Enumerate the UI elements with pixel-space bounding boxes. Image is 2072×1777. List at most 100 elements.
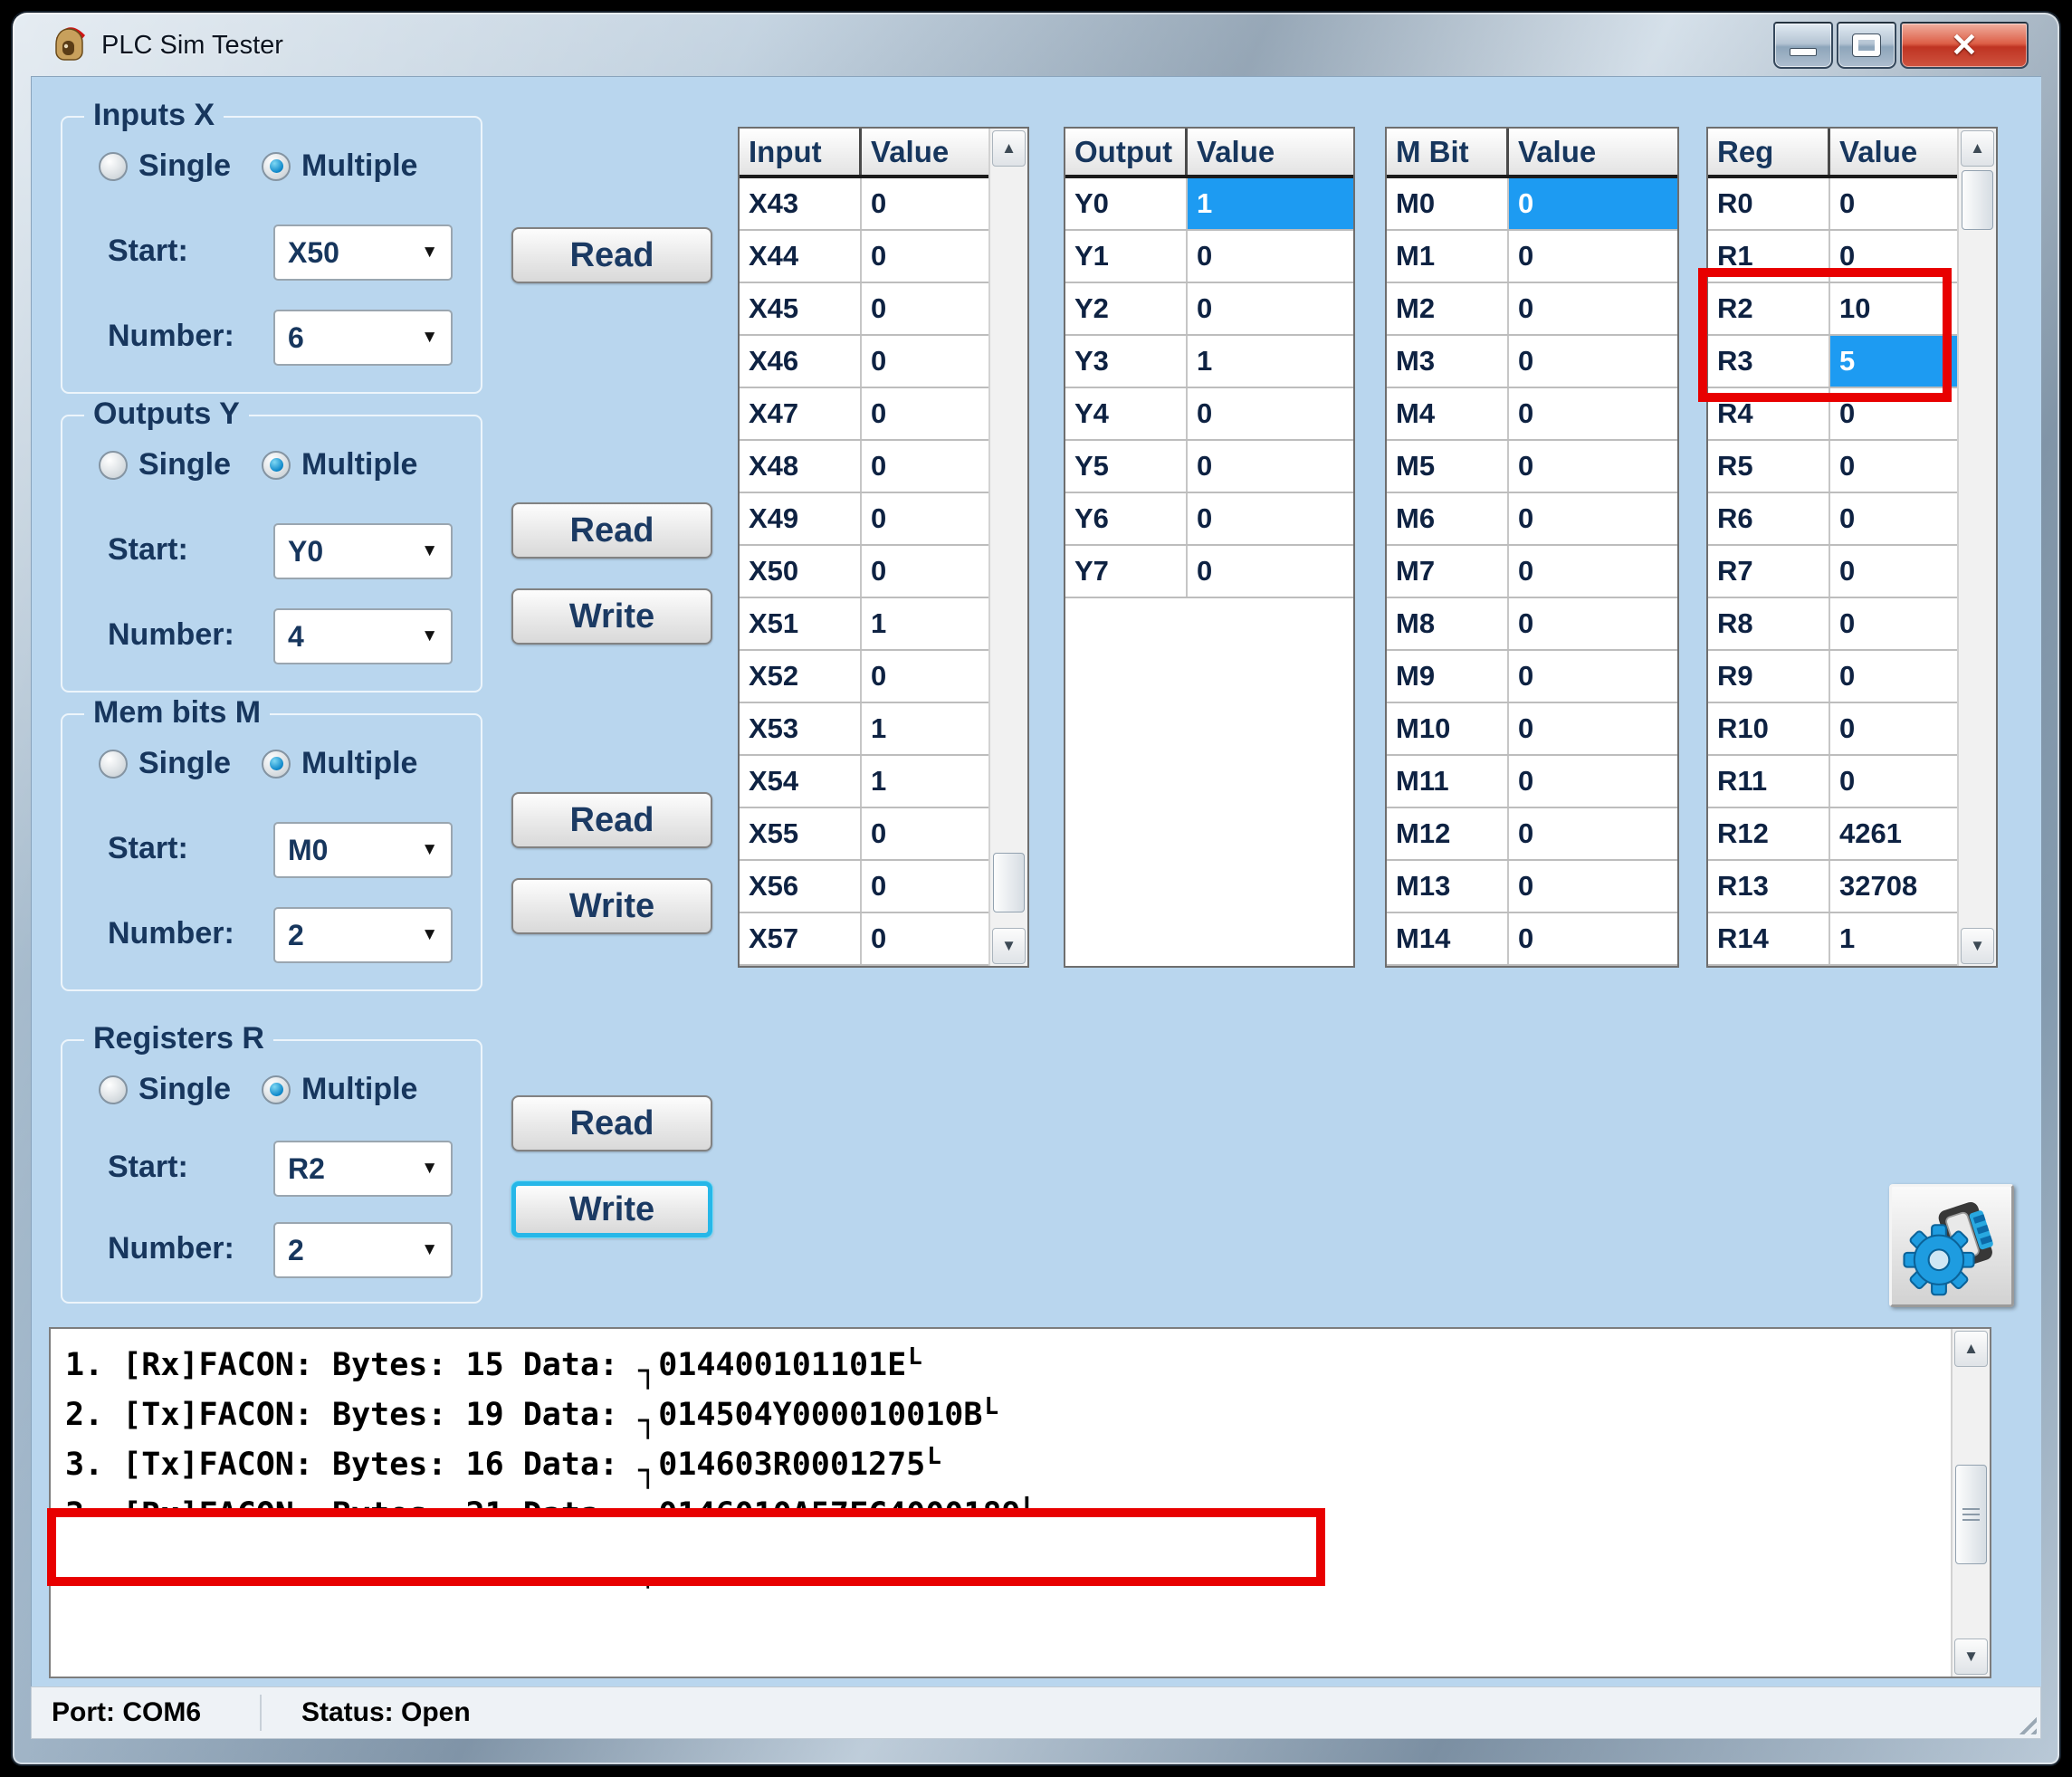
table-row[interactable]: R4 0 [1708,388,1957,441]
table-row[interactable]: M4 0 [1387,388,1677,441]
scroll-up-icon[interactable]: ▲ [1954,1331,1988,1367]
minimize-button[interactable] [1773,22,1833,69]
table-row[interactable]: R7 0 [1708,546,1957,598]
etx-control-char: L [927,1433,941,1480]
title-bar[interactable]: PLC Sim Tester ✕ [13,13,2059,76]
scrollbar-thumb[interactable] [1962,170,1993,230]
table-row[interactable]: X44 0 [740,231,988,283]
mbits-write-button[interactable]: Write [511,878,712,934]
close-button[interactable]: ✕ [1900,22,2029,69]
table-row[interactable]: X49 0 [740,493,988,546]
reg-table-scrollbar[interactable]: ▲ ▼ [1957,129,1996,966]
table-row[interactable]: Y1 0 [1065,231,1353,283]
inputs-number-select[interactable]: 6 ▼ [273,310,453,366]
scrollbar-thumb[interactable] [993,853,1025,912]
dropdown-arrow-icon: ▼ [421,541,438,561]
outputs-start-select[interactable]: Y0 ▼ [273,523,453,579]
table-row[interactable]: M14 0 [1387,913,1677,966]
registers-number-select[interactable]: 2 ▼ [273,1222,453,1278]
table-row[interactable]: X46 0 [740,336,988,388]
table-row[interactable]: R13 32708 [1708,861,1957,913]
table-row[interactable]: X57 0 [740,913,988,966]
mbits-multiple-radio[interactable] [262,750,291,779]
table-row[interactable]: X43 0 [740,178,988,231]
resize-grip[interactable] [2013,1711,2037,1734]
outputs-read-button[interactable]: Read [511,502,712,559]
inputs-start-select[interactable]: X50 ▼ [273,225,453,281]
table-row[interactable]: R11 0 [1708,756,1957,808]
table-row[interactable]: X54 1 [740,756,988,808]
table-row[interactable]: M8 0 [1387,598,1677,651]
maximize-button[interactable] [1837,22,1896,69]
mbits-read-button[interactable]: Read [511,792,712,848]
mbits-start-select[interactable]: M0 ▼ [273,822,453,878]
table-row[interactable]: M0 0 [1387,178,1677,231]
outputs-multiple-radio[interactable] [262,451,291,480]
inputs-single-radio[interactable] [99,152,128,181]
table-row[interactable]: R5 0 [1708,441,1957,493]
table-row[interactable]: M9 0 [1387,651,1677,703]
table-row[interactable]: Y4 0 [1065,388,1353,441]
outputs-number-select[interactable]: 4 ▼ [273,608,453,664]
start-label: Start: [108,234,188,269]
port-settings-button[interactable] [1889,1184,2014,1307]
etx-control-char: L [984,1383,998,1430]
table-row[interactable]: R1 0 [1708,231,1957,283]
registers-start-select[interactable]: R2 ▼ [273,1141,453,1197]
table-row[interactable]: R12 4261 [1708,808,1957,861]
table-row[interactable]: X55 0 [740,808,988,861]
table-row[interactable]: X47 0 [740,388,988,441]
scroll-down-icon[interactable]: ▼ [1961,928,1994,964]
registers-single-radio[interactable] [99,1075,128,1104]
table-row[interactable]: R6 0 [1708,493,1957,546]
table-row[interactable]: X52 0 [740,651,988,703]
scroll-down-icon[interactable]: ▼ [992,928,1026,964]
table-row[interactable]: R14 1 [1708,913,1957,966]
mbits-single-radio[interactable] [99,750,128,779]
table-row[interactable]: X50 0 [740,546,988,598]
table-row[interactable]: X45 0 [740,283,988,336]
table-row[interactable]: R8 0 [1708,598,1957,651]
table-row[interactable]: M7 0 [1387,546,1677,598]
table-row[interactable]: M6 0 [1387,493,1677,546]
scroll-up-icon[interactable]: ▲ [992,130,1026,167]
table-row[interactable]: Y5 0 [1065,441,1353,493]
table-row[interactable]: M1 0 [1387,231,1677,283]
table-row[interactable]: M10 0 [1387,703,1677,756]
table-row[interactable]: X51 1 [740,598,988,651]
table-row[interactable]: M12 0 [1387,808,1677,861]
scroll-down-icon[interactable]: ▼ [1954,1638,1988,1675]
table-row[interactable]: R10 0 [1708,703,1957,756]
table-row[interactable]: Y2 0 [1065,283,1353,336]
table-row[interactable]: Y7 0 [1065,546,1353,598]
table-row[interactable]: M11 0 [1387,756,1677,808]
table-row[interactable]: R0 0 [1708,178,1957,231]
dropdown-arrow-icon: ▼ [421,1240,438,1260]
table-row[interactable]: Y0 1 [1065,178,1353,231]
inputs-read-button[interactable]: Read [511,227,712,283]
outputs-single-radio[interactable] [99,451,128,480]
table-row[interactable]: Y6 0 [1065,493,1353,546]
inputs-multiple-radio[interactable] [262,152,291,181]
table-row[interactable]: R3 5 [1708,336,1957,388]
table-row[interactable]: M3 0 [1387,336,1677,388]
registers-write-button[interactable]: Write [511,1181,712,1237]
registers-multiple-radio[interactable] [262,1075,291,1104]
table-row[interactable]: X56 0 [740,861,988,913]
table-row[interactable]: M13 0 [1387,861,1677,913]
scroll-up-icon[interactable]: ▲ [1961,130,1994,167]
table-row[interactable]: R2 10 [1708,283,1957,336]
table-row[interactable]: M5 0 [1387,441,1677,493]
registers-read-button[interactable]: Read [511,1095,712,1151]
minimize-icon [1790,48,1817,56]
table-row[interactable]: X48 0 [740,441,988,493]
table-row[interactable]: R9 0 [1708,651,1957,703]
table-row[interactable]: M2 0 [1387,283,1677,336]
log-scrollbar[interactable]: ▲ ▼ [1951,1329,1990,1677]
outputs-write-button[interactable]: Write [511,588,712,645]
scrollbar-thumb[interactable] [1955,1465,1987,1564]
table-row[interactable]: Y3 1 [1065,336,1353,388]
mbits-number-select[interactable]: 2 ▼ [273,907,453,963]
input-table-scrollbar[interactable]: ▲ ▼ [988,129,1027,966]
table-row[interactable]: X53 1 [740,703,988,756]
